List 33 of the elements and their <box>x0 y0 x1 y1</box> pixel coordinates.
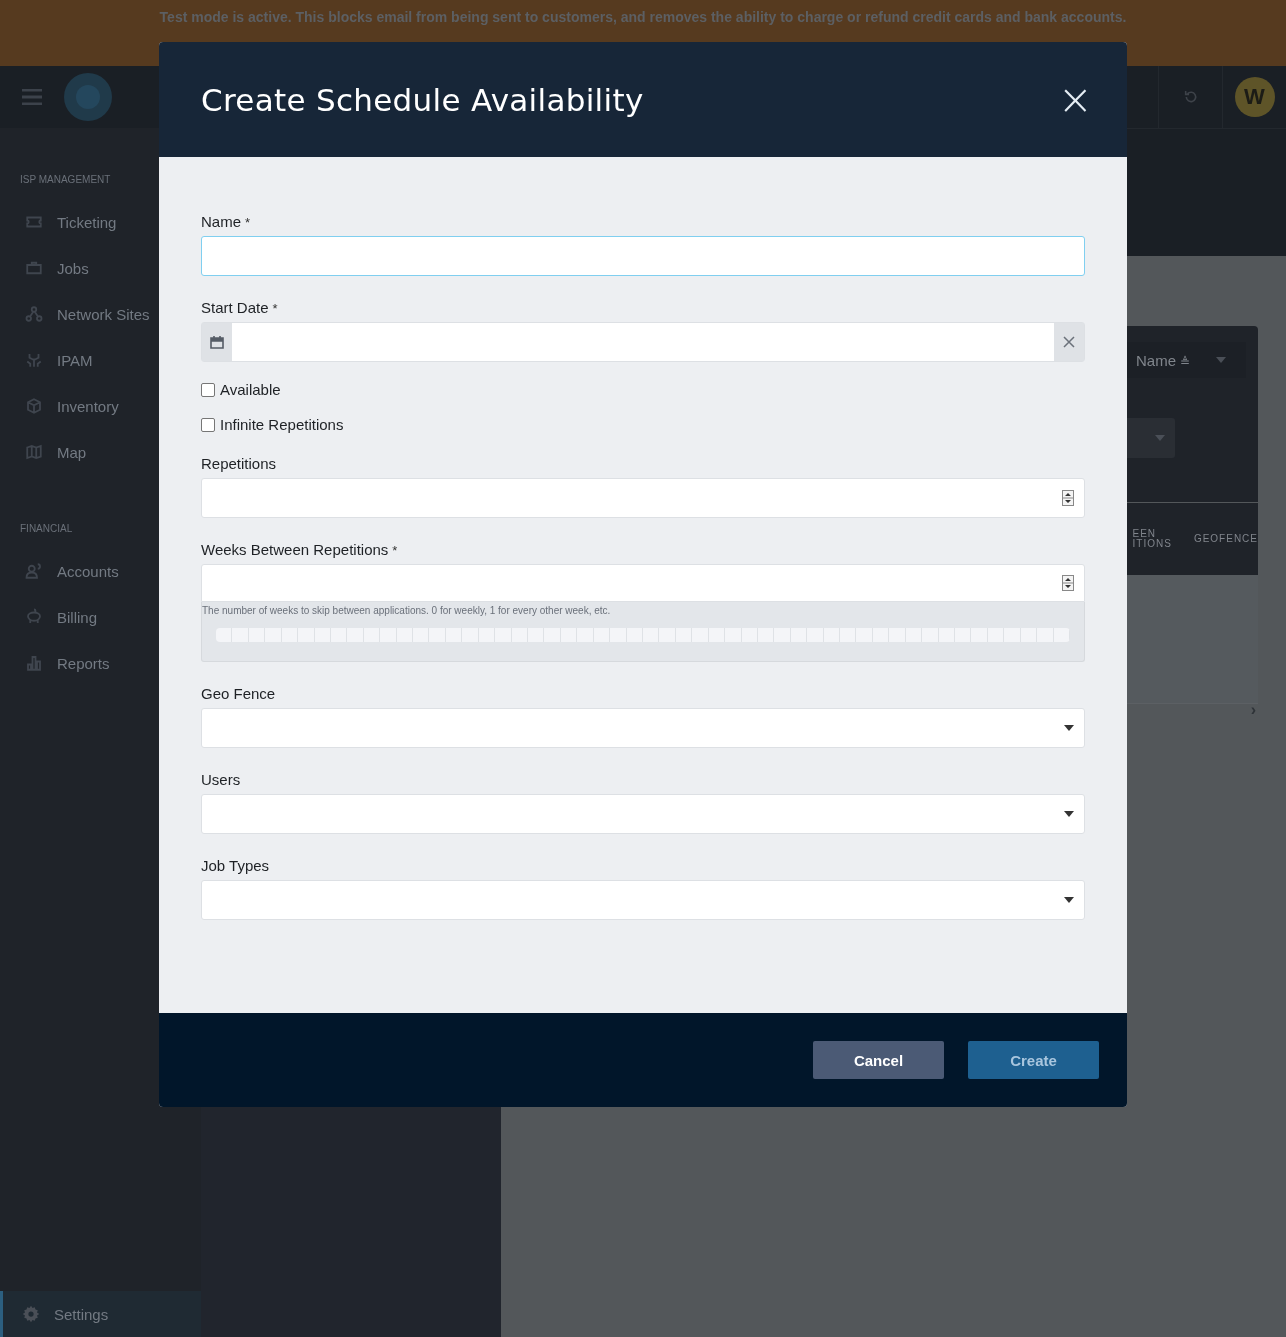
required-mark: * <box>392 543 398 558</box>
sidebar-item[interactable]: Ticketing <box>0 199 201 245</box>
field-label: Users <box>201 771 241 788</box>
sidebar-item[interactable]: Settings <box>0 1291 201 1337</box>
sidebar-item[interactable]: Jobs <box>0 245 201 291</box>
modal-title: Create Schedule Availability <box>201 81 644 118</box>
sidebar-item[interactable]: Network Sites <box>0 291 201 337</box>
test-mode-message: Test mode is active. This blocks email from being sent to customers, and removes the ability to charge or refund credit cards and bank accounts. <box>159 9 1127 26</box>
column-header[interactable]: GEOFENCE <box>1193 534 1258 544</box>
checkbox-label: Available <box>220 381 281 398</box>
required-mark: * <box>245 215 251 230</box>
sidebar-item[interactable]: Accounts <box>0 548 201 594</box>
section-heading: FINANCIAL <box>19 523 74 534</box>
required-mark: * <box>272 301 278 316</box>
field-label: Job Types <box>201 857 270 874</box>
sidebar-item[interactable]: Map <box>0 429 201 475</box>
checkbox-label: Infinite Repetitions <box>220 416 344 433</box>
close-button[interactable]: × <box>1057 78 1093 121</box>
sidebar-item[interactable]: Billing <box>0 594 201 640</box>
field-label: Repetitions <box>201 455 277 472</box>
create-button[interactable]: Create <box>968 1041 1099 1079</box>
field-label: Name <box>201 213 241 230</box>
sidebar-item[interactable]: Reports <box>0 640 201 686</box>
help-text: The number of weeks to skip between applications. 0 for weekly, 1 for every other week, etc. <box>202 605 612 616</box>
user-avatar[interactable]: W <box>1234 77 1275 117</box>
field-label: Start Date <box>201 299 269 316</box>
field-label: Weeks Between Repetitions <box>201 541 389 558</box>
field-label: Geo Fence <box>201 685 276 702</box>
column-header[interactable]: EEN ITIONS <box>1132 529 1172 549</box>
section-heading: ISP MANAGEMENT <box>19 174 112 185</box>
sidebar-item[interactable]: IPAM <box>0 337 201 383</box>
cancel-button[interactable]: Cancel <box>813 1041 944 1079</box>
sidebar-item[interactable]: Inventory <box>0 383 201 429</box>
